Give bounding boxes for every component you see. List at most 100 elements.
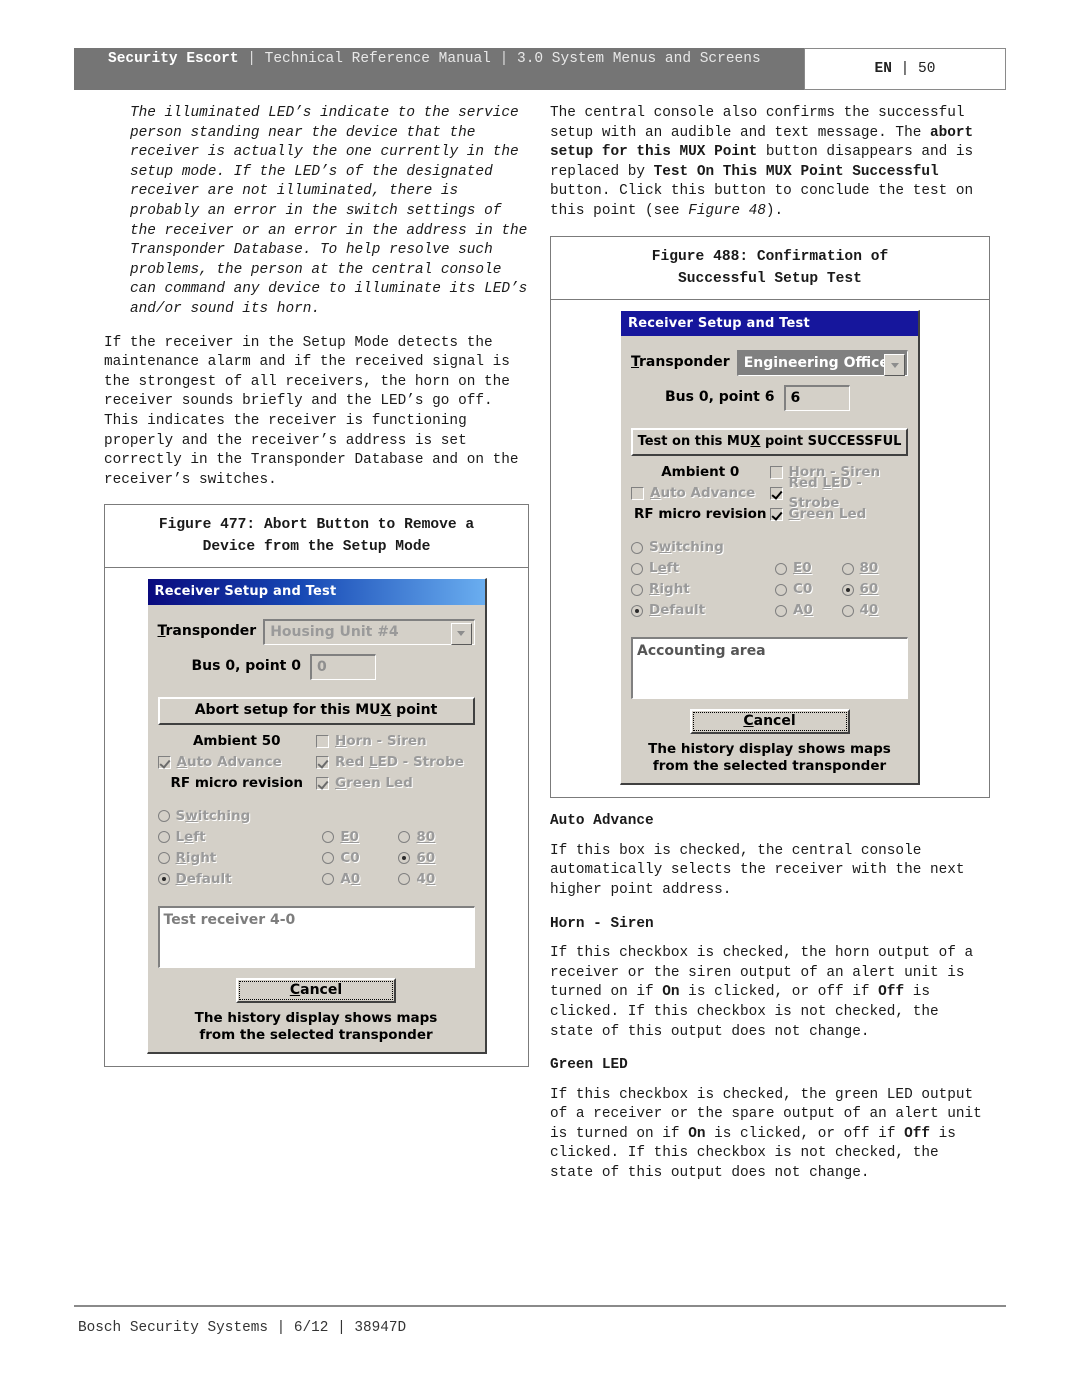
radio-right-477[interactable]: Right [157, 848, 323, 869]
bus-point-input-477[interactable]: 0 [310, 653, 376, 680]
horn-siren-bold-off: Off [878, 984, 905, 1001]
radio-60-477[interactable]: 60 [398, 848, 474, 869]
r60-radio-488[interactable] [841, 583, 854, 596]
cancel-button-477[interactable]: Cancel [236, 977, 396, 1003]
default-label-488: Default [649, 601, 706, 618]
switching-radio-477[interactable] [157, 810, 170, 823]
chevron-down-icon[interactable] [884, 354, 905, 377]
c0-radio-488[interactable] [775, 583, 788, 596]
red-led-strobe-row-477[interactable]: Red LED - Strobe [316, 752, 475, 773]
radio-80-477[interactable]: 80 [398, 827, 474, 848]
radio-a0-477[interactable]: A0 [322, 869, 398, 890]
address-radio-col2-477: 80 60 40 [398, 806, 474, 890]
console-confirm-paragraph: The central console also confirms the su… [550, 104, 990, 222]
dialog-body-488: Transponder Engineering Office Bus 0, po… [621, 336, 918, 783]
radio-left-477[interactable]: Left [157, 827, 323, 848]
green-led-checkbox-488[interactable] [769, 508, 783, 522]
header-separator-3: | [891, 61, 919, 77]
radio-left-488[interactable]: Left [631, 558, 775, 579]
switching-radio-488[interactable] [631, 541, 643, 554]
c0-radio-477[interactable] [322, 852, 335, 865]
horn-siren-row-477[interactable]: Horn - Siren [316, 731, 475, 752]
radio-default-477[interactable]: Default [157, 869, 323, 890]
default-radio-477[interactable] [157, 873, 170, 886]
abort-setup-button-477[interactable]: Abort setup for this MUX point [157, 696, 475, 725]
dialog-footnote-line1-488: The history display shows maps [648, 741, 891, 758]
r40-radio-488[interactable] [841, 604, 854, 617]
history-memo-488[interactable]: Accounting area [631, 637, 908, 700]
r60-radio-477[interactable] [398, 852, 411, 865]
radio-switching-488[interactable]: Switching [631, 537, 775, 558]
chevron-down-icon[interactable] [450, 622, 472, 645]
r40-radio-477[interactable] [398, 873, 411, 886]
r80-radio-488[interactable] [841, 562, 854, 575]
radio-40-488[interactable]: 40 [841, 600, 908, 621]
default-radio-488[interactable] [631, 604, 643, 617]
r40-label-477: 40 [416, 870, 436, 887]
right-radio-488[interactable] [631, 583, 643, 596]
right-radio-477[interactable] [157, 852, 170, 865]
radio-a0-488[interactable]: A0 [775, 600, 841, 621]
left-label-488: Left [649, 559, 680, 576]
radio-switching-477[interactable]: Switching [157, 806, 323, 827]
radio-40-477[interactable]: 40 [398, 869, 474, 890]
a0-radio-477[interactable] [322, 873, 335, 886]
horn-siren-checkbox-488[interactable] [769, 466, 783, 480]
r80-label-477: 80 [416, 828, 436, 845]
rf-micro-revision-label-477: RF micro revision [170, 774, 303, 791]
cancel-button-488[interactable]: Cancel [689, 709, 850, 735]
e0-radio-488[interactable] [775, 562, 788, 575]
address-radio-groups-477: E0 C0 A0 80 60 40 [322, 806, 474, 890]
left-column: The illuminated LED’s indicate to the se… [104, 104, 529, 1067]
ambient-label-477: Ambient 50 [192, 732, 281, 749]
auto-advance-checkbox-477[interactable] [157, 755, 171, 769]
auto-advance-row-477[interactable]: Auto Advance [157, 752, 317, 773]
radio-e0-477[interactable]: E0 [322, 827, 398, 848]
history-memo-text-477: Test receiver 4-0 [163, 911, 296, 928]
auto-advance-checkbox-488[interactable] [631, 487, 644, 501]
heading-green-led: Green LED [550, 1057, 628, 1074]
transponder-label-477: Transponder [157, 623, 257, 640]
c0-label-477: C0 [340, 849, 360, 866]
right-column: The central console also confirms the su… [550, 104, 990, 1198]
transponder-dropdown-477[interactable]: Housing Unit #4 [263, 618, 475, 645]
red-led-strobe-checkbox-488[interactable] [769, 487, 783, 501]
radio-c0-477[interactable]: C0 [322, 848, 398, 869]
green-led-row-477[interactable]: Green Led [316, 773, 475, 794]
r80-radio-477[interactable] [398, 831, 411, 844]
horn-siren-checkbox-477[interactable] [316, 734, 329, 748]
radio-right-488[interactable]: Right [631, 579, 775, 600]
left-radio-488[interactable] [631, 562, 643, 575]
radio-default-488[interactable]: Default [631, 600, 775, 621]
header-language: EN [874, 61, 892, 77]
test-successful-button-488[interactable]: Test on this MUX point SUCCESSFUL [631, 428, 908, 457]
address-radio-groups-488: E0 C0 A0 80 60 40 [775, 537, 908, 621]
radio-80-488[interactable]: 80 [841, 558, 908, 579]
dialog-footnote-line2-477: from the selected transponder [199, 1026, 433, 1043]
mode-radio-group-488: Switching Left Right Default [631, 537, 775, 621]
default-label-477: Default [175, 870, 232, 887]
red-led-strobe-checkbox-477[interactable] [316, 755, 329, 769]
bus-point-input-488[interactable]: 6 [783, 385, 850, 412]
bus-point-value-477: 0 [317, 658, 327, 675]
green-led-label-477: Green Led [335, 774, 413, 791]
radio-60-488[interactable]: 60 [841, 579, 908, 600]
receiver-setup-and-test-dialog-488: Receiver Setup and Test Transponder Engi… [620, 309, 920, 786]
left-radio-477[interactable] [157, 831, 170, 844]
auto-advance-row-488[interactable]: Auto Advance [631, 483, 770, 504]
e0-radio-477[interactable] [322, 831, 335, 844]
left-label-477: Left [175, 828, 206, 845]
console-confirm-bold-2: Test On This MUX Point Successful [653, 163, 939, 180]
transponder-dropdown-488[interactable]: Engineering Office [736, 350, 908, 377]
auto-advance-label-477: Auto Advance [176, 753, 282, 770]
history-memo-477[interactable]: Test receiver 4-0 [157, 905, 475, 968]
a0-radio-488[interactable] [775, 604, 788, 617]
cancel-button-label-488: Cancel [743, 712, 796, 729]
green-led-checkbox-477[interactable] [316, 776, 329, 790]
options-right-488: Horn - Siren Red LED - Strobe Green Led [769, 462, 909, 525]
radio-e0-488[interactable]: E0 [775, 558, 841, 579]
radio-c0-488[interactable]: C0 [775, 579, 841, 600]
red-led-strobe-row-488[interactable]: Red LED - Strobe [769, 475, 909, 511]
dialog-titlebar-477: Receiver Setup and Test [147, 579, 485, 605]
figure-477-caption: Figure 477: Abort Button to Remove a Dev… [105, 505, 528, 569]
